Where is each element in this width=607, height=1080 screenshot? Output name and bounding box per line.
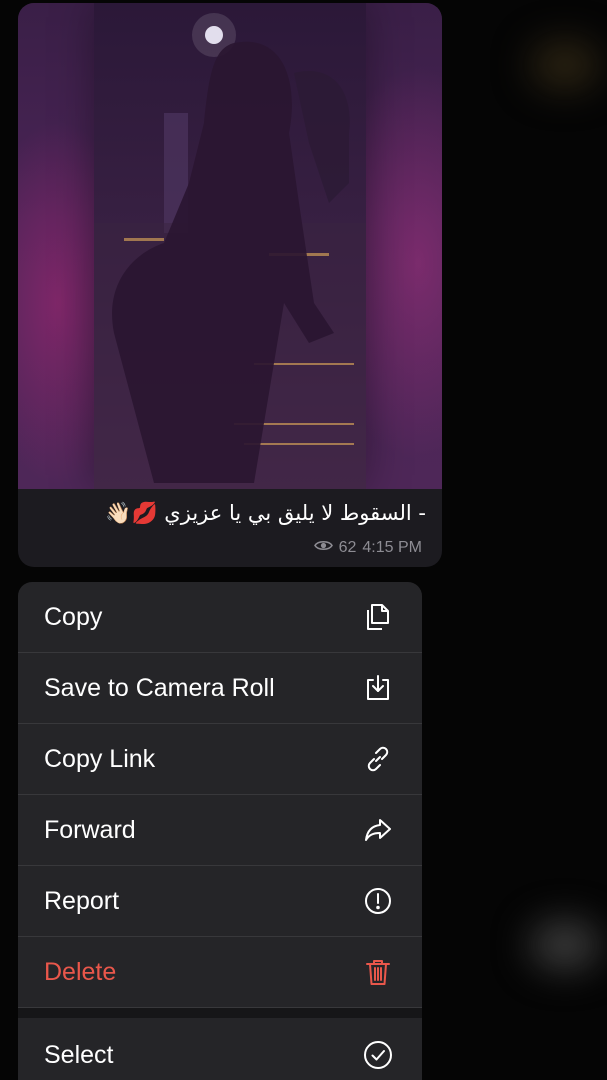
view-count: 62 (338, 539, 357, 556)
menu-item-label: Delete (44, 957, 117, 986)
menu-item-label: Forward (44, 815, 136, 844)
message-photo[interactable] (18, 3, 442, 489)
menu-item-forward[interactable]: Forward (18, 795, 422, 866)
menu-item-save-to-camera-roll[interactable]: Save to Camera Roll (18, 653, 422, 724)
menu-item-label: Save to Camera Roll (44, 673, 275, 702)
menu-item-label: Copy (44, 602, 103, 631)
menu-item-label: Report (44, 886, 120, 915)
photo-content (94, 3, 366, 489)
menu-item-copy-link[interactable]: Copy Link (18, 724, 422, 795)
menu-item-delete[interactable]: Delete (18, 937, 422, 1008)
alert-circle-icon (362, 885, 394, 917)
message-time: 4:15 PM (362, 539, 422, 556)
message-caption: - السقوط لا يليق بي يا عزيزي 💋👋🏻 (105, 501, 426, 525)
background-blur (530, 40, 600, 90)
copy-icon (362, 601, 394, 633)
menu-separator (18, 1008, 422, 1018)
trash-icon (362, 956, 394, 988)
eye-icon (313, 539, 333, 557)
menu-item-copy[interactable]: Copy (18, 582, 422, 653)
photo-scene (94, 13, 366, 489)
message-meta: 62 4:15 PM (313, 539, 422, 557)
background-blur (530, 920, 600, 970)
menu-item-label: Copy Link (44, 744, 156, 773)
menu-item-label: Select (44, 1040, 114, 1069)
menu-item-select[interactable]: Select (18, 1018, 422, 1080)
forward-arrow-icon (362, 814, 394, 846)
link-icon (362, 743, 394, 775)
context-menu: Copy Save to Camera Roll Copy Link Forwa… (18, 582, 422, 1080)
message-bubble[interactable]: - السقوط لا يليق بي يا عزيزي 💋👋🏻 62 4:15… (18, 3, 442, 567)
save-download-icon (362, 672, 394, 704)
menu-item-report[interactable]: Report (18, 866, 422, 937)
checkmark-circle-icon (362, 1039, 394, 1071)
